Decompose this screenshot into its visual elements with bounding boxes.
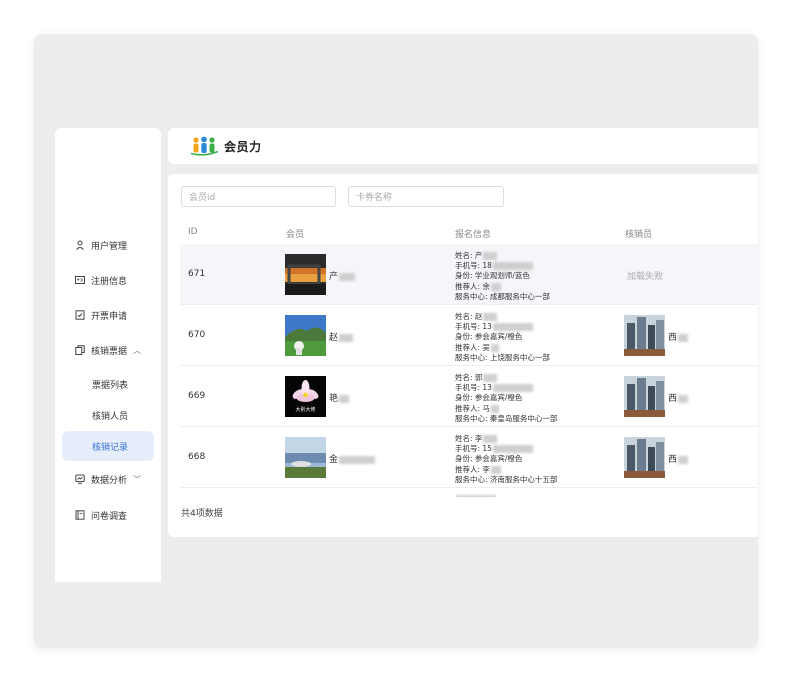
member-name: 艳 — [329, 391, 350, 404]
ticket-icon — [74, 344, 86, 356]
app-logo[interactable]: 会员力 — [190, 136, 262, 156]
sidebar-item-user-management[interactable]: 用户管理 — [55, 230, 161, 260]
row-id: 668 — [188, 452, 206, 462]
member-name: 产 — [329, 269, 356, 282]
registration-info: 姓名: 赵 手机号: 13 身份: 参会嘉宾/橙色 推荐人: 吴 服务中心: 上… — [455, 312, 550, 362]
member-avatar: 大别大佬 — [285, 376, 326, 417]
id-card-icon — [74, 274, 86, 286]
chevron-down-icon: ﹀ — [133, 474, 142, 484]
column-header-verifier: 核销员 — [625, 230, 653, 240]
table-row[interactable]: 670 赵 姓名: 赵 手机号: 13 身份: 参会嘉宾/橙色 推荐人: 吴 服… — [180, 305, 758, 366]
member-id-input[interactable]: 会员id — [181, 186, 336, 207]
sidebar-item-survey[interactable]: 问卷调查 — [55, 500, 161, 530]
sidebar-item-label: 用户管理 — [91, 241, 128, 252]
verifier-name: 西 — [668, 452, 689, 465]
registration-info: 姓名: 产 手机号: 18 身份: 学业观划师/蓝色 推荐人: 余 服务中心: … — [455, 251, 550, 301]
registration-info: 姓名: 郭 手机号: 13 身份: 参会嘉宾/橙色 推荐人: 马 服务中心: 秦… — [455, 373, 558, 423]
sidebar-item-verify-tickets[interactable]: 核销票据 ︿ — [55, 335, 161, 365]
sidebar-subitem-label: 核销记录 — [92, 442, 129, 453]
chevron-up-icon: ︿ — [133, 345, 142, 355]
invoice-icon — [74, 309, 86, 321]
sidebar-item-registration-info[interactable]: 注册信息 — [55, 265, 161, 295]
chart-icon — [74, 473, 86, 485]
clipped-row-fragment — [455, 493, 496, 497]
sidebar-item-invoice-application[interactable]: 开票申请 — [55, 300, 161, 330]
member-name: 金 — [329, 452, 376, 465]
registration-info: 姓名: 李 手机号: 15 身份: 参会嘉宾/橙色 推荐人: 李 服务中心: 济… — [455, 434, 558, 484]
logo-people-icon — [190, 136, 219, 156]
table-row[interactable]: 669 大别大佬 艳 姓名: 郭 手机号: 13 身份: 参会嘉宾/橙色 推荐人… — [180, 366, 758, 427]
row-id: 671 — [188, 269, 206, 279]
sidebar-item-label: 数据分析 — [91, 475, 128, 486]
avatar-caption: 大别大佬 — [295, 407, 316, 413]
sidebar-subitem-label: 核销人员 — [92, 411, 129, 422]
sidebar-item-label: 开票申请 — [91, 311, 128, 322]
sidebar-item-label: 核销票据 — [91, 346, 128, 357]
app-window: 用户管理 注册信息 开票申请 核销票据 ︿ 票据列表 核销人员 核销记录 数据分… — [34, 34, 758, 648]
verifier-name: 西 — [668, 330, 689, 343]
column-header-registration: 报名信息 — [455, 230, 492, 240]
table-total-count: 共4项数据 — [181, 509, 223, 519]
verifier-name: 西 — [668, 391, 689, 404]
table-row[interactable]: 668 金 姓名: 李 手机号: 15 身份: 参会嘉宾/橙色 推荐人: 李 服… — [180, 427, 758, 488]
sidebar-subitem-verifiers[interactable]: 核销人员 — [55, 400, 161, 430]
header-bar: 会员力 — [168, 128, 758, 164]
main-panel: 会员id 卡券名称 ID 会员 报名信息 核销员 671 产 姓名: 产 手机号… — [168, 174, 758, 537]
sidebar-item-label: 注册信息 — [91, 276, 128, 287]
sidebar: 用户管理 注册信息 开票申请 核销票据 ︿ 票据列表 核销人员 核销记录 数据分… — [55, 128, 161, 582]
sidebar-subitem-label: 票据列表 — [92, 380, 129, 391]
verifier-avatar — [624, 315, 665, 356]
verifier-load-failed: 加载失败 — [627, 272, 664, 282]
column-header-id: ID — [188, 227, 198, 237]
table-row[interactable]: 671 产 姓名: 产 手机号: 18 身份: 学业观划师/蓝色 推荐人: 余 … — [180, 244, 758, 305]
survey-icon — [74, 509, 86, 521]
member-avatar — [285, 315, 326, 356]
member-avatar — [285, 437, 326, 478]
verifier-avatar — [624, 376, 665, 417]
table-header: ID 会员 报名信息 核销员 — [180, 220, 758, 244]
member-id-placeholder: 会员id — [189, 193, 216, 203]
verifier-avatar — [624, 437, 665, 478]
sidebar-subitem-verify-records[interactable]: 核销记录 — [62, 431, 154, 461]
row-id: 669 — [188, 391, 206, 401]
column-header-member: 会员 — [286, 230, 305, 240]
row-id: 670 — [188, 330, 206, 340]
member-name: 赵 — [329, 330, 354, 343]
coupon-name-placeholder: 卡券名称 — [356, 193, 393, 203]
member-avatar — [285, 254, 326, 295]
logo-text: 会员力 — [224, 139, 262, 154]
sidebar-subitem-ticket-list[interactable]: 票据列表 — [55, 369, 161, 399]
sidebar-item-data-analysis[interactable]: 数据分析 ﹀ — [55, 464, 161, 494]
user-icon — [74, 239, 86, 251]
coupon-name-input[interactable]: 卡券名称 — [348, 186, 504, 207]
sidebar-item-label: 问卷调查 — [91, 511, 128, 522]
